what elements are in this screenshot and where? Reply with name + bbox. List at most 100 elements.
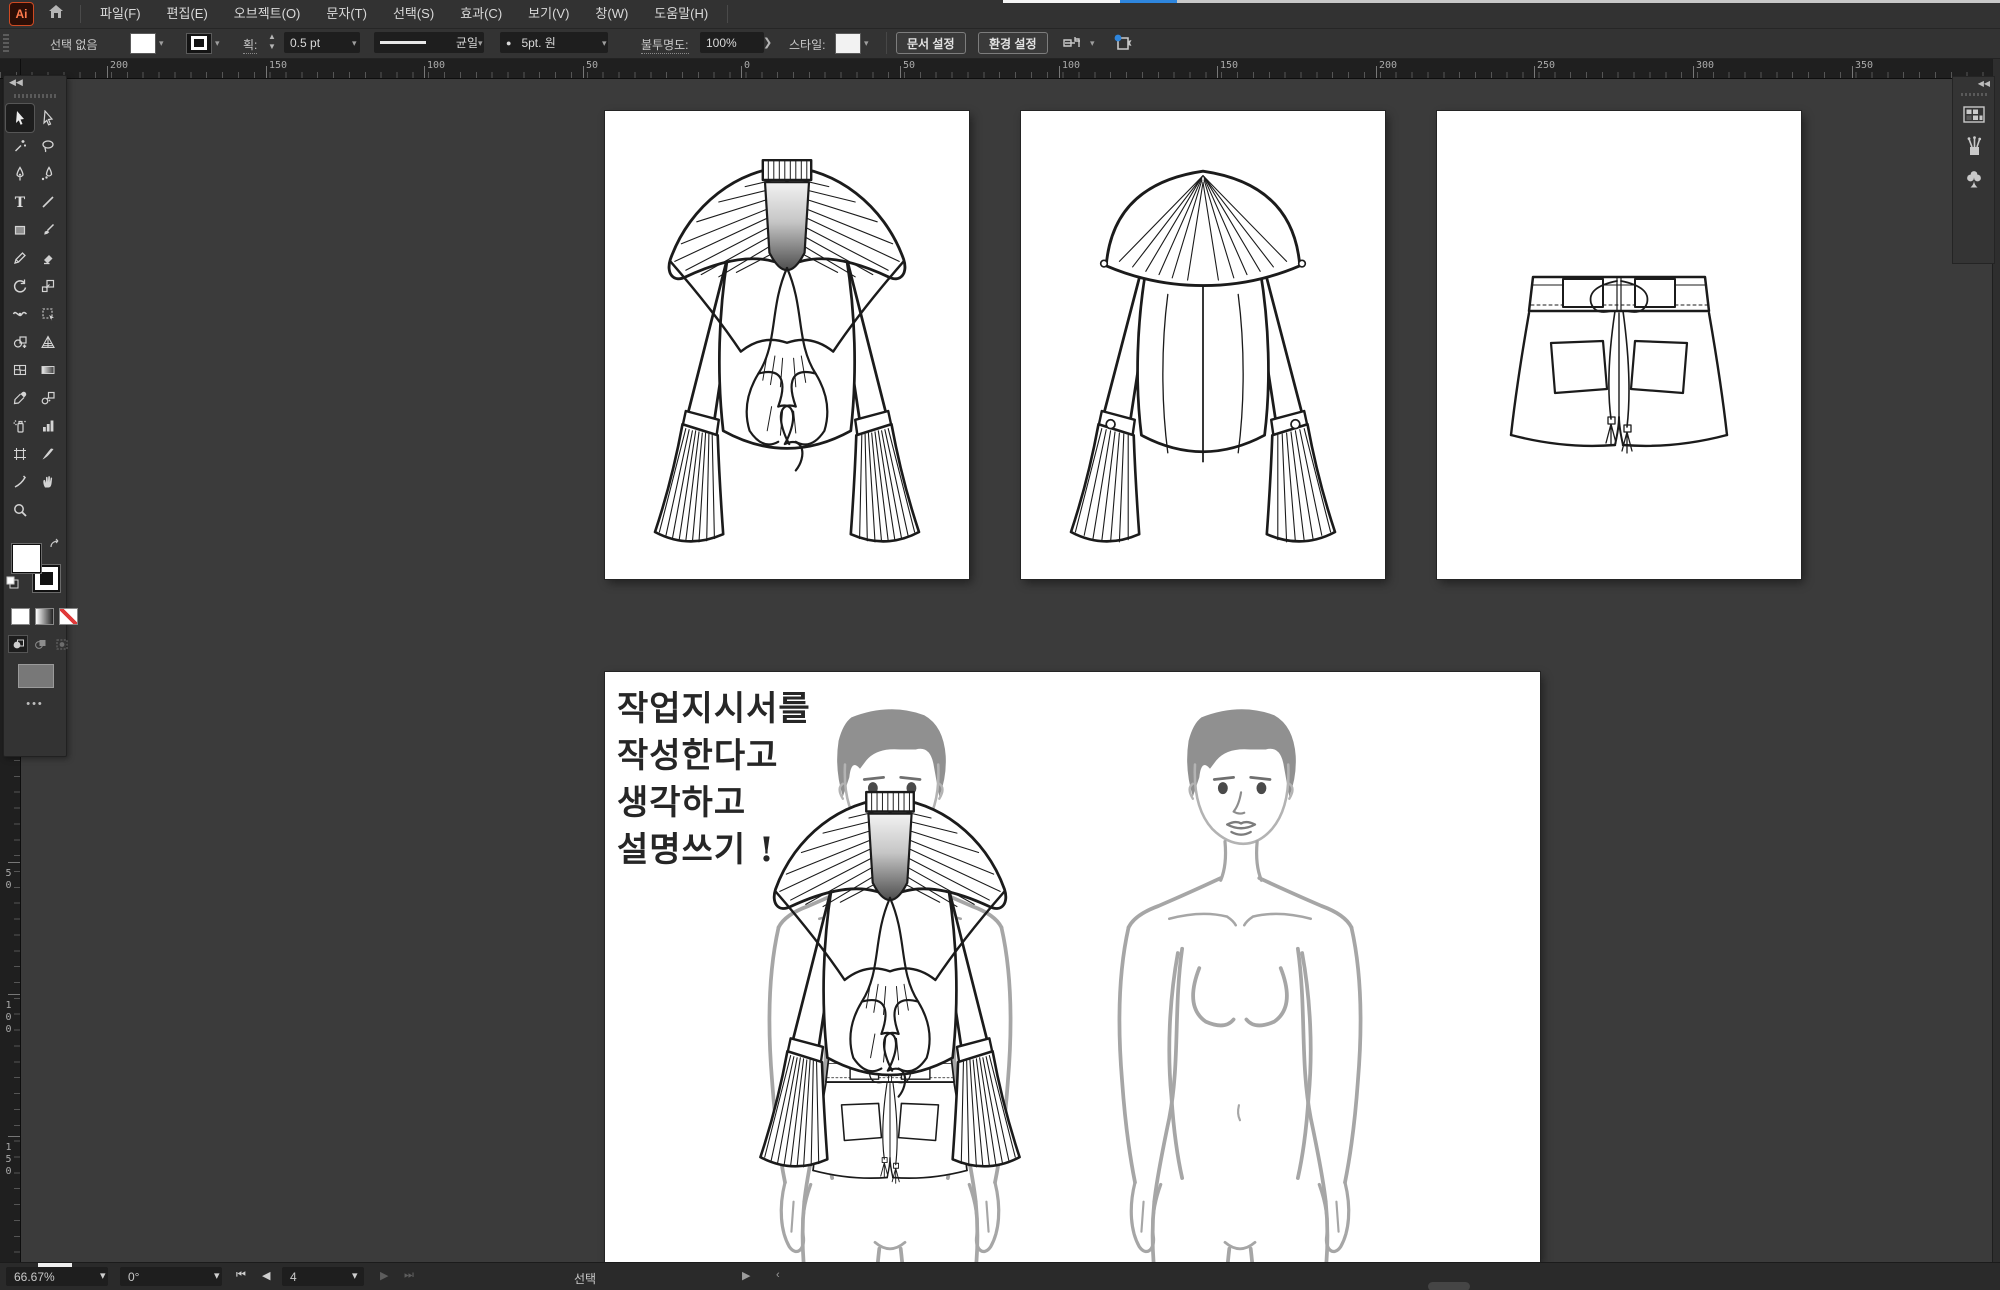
default-fill-stroke-icon[interactable] [6,576,19,594]
profile-chevron-icon[interactable]: ▾ [478,38,483,49]
gradient-mode-button[interactable] [35,608,54,625]
stroke-color-swatch[interactable] [186,33,212,54]
jacket-front-flat[interactable] [622,147,952,543]
workspace-icon[interactable] [1062,34,1082,55]
knife-tool[interactable] [6,468,34,496]
stroke-weight-chevron-icon[interactable]: ▾ [352,38,357,49]
magic-wand-tool[interactable] [6,132,34,160]
paintbrush-tool[interactable] [34,216,62,244]
menu-view[interactable]: 보기(V) [515,0,582,28]
opacity-expand-icon[interactable]: ❯ [763,36,772,49]
color-mode-button[interactable] [11,608,30,625]
next-artboard-icon[interactable]: ▶ [380,1269,388,1282]
pen-tool[interactable] [6,160,34,188]
last-artboard-icon[interactable]: ⏭ [404,1269,414,1282]
scale-tool[interactable] [34,272,62,300]
gradient-tool[interactable] [34,356,62,384]
artboards-panel-icon[interactable] [1957,99,1991,129]
style-chevron-icon[interactable]: ▾ [864,38,869,49]
zoom-chevron-icon[interactable]: ▾ [100,1269,106,1282]
home-icon[interactable] [48,4,64,24]
swap-fill-stroke-icon[interactable] [48,538,62,556]
draw-behind-mode-button[interactable] [31,636,49,652]
hand-tool[interactable] [34,468,62,496]
rotation-field[interactable]: 0° [120,1267,222,1286]
style-swatch[interactable] [835,33,861,54]
previous-artboard-icon[interactable]: ◀ [262,1269,270,1282]
croquis-figure-template[interactable] [1090,698,1390,1262]
mesh-tool[interactable] [6,356,34,384]
type-tool[interactable]: T [6,188,34,216]
brush-chevron-icon[interactable]: ▾ [602,38,607,49]
artboard-3-skirt[interactable] [1437,111,1801,579]
zoom-level-field[interactable]: 66.67% [6,1267,108,1286]
dock-expand-icon[interactable]: ◀◀ [1978,79,1990,88]
horizontal-ruler[interactable]: 200 150 100 50 0 50 100 150 200 250 300 … [0,58,2000,79]
variable-width-profile-field[interactable]: 균일 [374,32,484,53]
menu-object[interactable]: 오브젝트(O) [221,0,314,28]
artboard-4-croquis-sheet[interactable]: 작업지시서를 작성한다고 생각하고 설명쓰기 ! [605,672,1540,1262]
symbols-panel-icon[interactable] [1957,165,1991,195]
stroke-weight-stepper[interactable]: ▲▼ [268,32,276,52]
jacket-on-figure[interactable] [728,779,1052,1168]
document-setup-button[interactable]: 문서 설정 [896,32,966,54]
artboard-1-jacket-front[interactable] [605,111,969,579]
width-tool[interactable] [6,300,34,328]
rotation-chevron-icon[interactable]: ▾ [214,1269,220,1282]
first-artboard-icon[interactable]: ⏮ [236,1269,246,1282]
menu-help[interactable]: 도움말(H) [641,0,721,28]
edit-toolbar-ellipsis-button[interactable]: ••• [4,698,66,710]
menu-file[interactable]: 파일(F) [87,0,154,28]
fill-swatch[interactable] [12,544,41,573]
perspective-grid-tool[interactable] [34,328,62,356]
dock-drag-handle[interactable] [1961,93,1987,96]
direct-selection-tool[interactable] [34,104,62,132]
symbol-sprayer-tool[interactable] [6,412,34,440]
stroke-weight-label[interactable]: 획: [243,36,257,54]
brush-definition-field[interactable]: ● 5pt. 원 [500,32,608,53]
opacity-label[interactable]: 불투명도: [641,36,689,54]
app-logo-icon[interactable]: Ai [9,2,34,26]
rectangle-tool[interactable] [6,216,34,244]
share-icon[interactable] [1112,33,1134,56]
preferences-button[interactable]: 환경 설정 [978,32,1048,54]
lasso-tool[interactable] [34,132,62,160]
workspace-chevron-icon[interactable]: ▾ [1090,38,1095,49]
draw-normal-mode-button[interactable] [9,636,27,652]
menu-effect[interactable]: 효과(C) [447,0,515,28]
eraser-tool[interactable] [34,244,62,272]
fill-color-swatch[interactable] [130,33,156,54]
screen-mode-button[interactable] [18,664,54,688]
panel-collapse-icon[interactable]: ◀◀ [9,77,23,88]
slice-tool[interactable] [34,440,62,468]
shape-builder-tool[interactable] [6,328,34,356]
scroll-left-icon[interactable]: ‹ [776,1269,780,1281]
menu-window[interactable]: 창(W) [582,0,641,28]
free-transform-tool[interactable] [34,300,62,328]
line-segment-tool[interactable] [34,188,62,216]
skirt-flat[interactable] [1469,259,1769,499]
brushes-panel-icon[interactable] [1957,132,1991,162]
controlbar-drag-handle[interactable] [3,34,9,52]
menu-type[interactable]: 문자(T) [313,0,380,28]
stroke-dropdown-chevron-icon[interactable]: ▾ [215,38,220,49]
stroke-weight-field[interactable]: 0.5 pt [284,32,360,53]
blend-tool[interactable] [34,384,62,412]
draw-inside-mode-button[interactable] [53,636,71,652]
status-expand-icon[interactable]: ▶ [742,1269,750,1282]
opacity-field[interactable]: 100% [700,32,764,53]
fill-dropdown-chevron-icon[interactable]: ▾ [159,38,164,49]
artboard-list-chevron-icon[interactable]: ▾ [352,1269,358,1282]
panel-drag-handle[interactable] [14,94,56,98]
none-mode-button[interactable] [59,608,78,625]
rotate-tool[interactable] [6,272,34,300]
horizontal-scrollbar-thumb[interactable] [1428,1282,1470,1290]
curvature-tool[interactable] [34,160,62,188]
menu-select[interactable]: 선택(S) [380,0,447,28]
artboard-tool[interactable] [6,440,34,468]
selection-tool[interactable] [6,104,34,132]
pencil-tool[interactable] [6,244,34,272]
eyedropper-tool[interactable] [6,384,34,412]
zoom-tool[interactable] [6,496,34,524]
menu-edit[interactable]: 편집(E) [154,0,221,28]
